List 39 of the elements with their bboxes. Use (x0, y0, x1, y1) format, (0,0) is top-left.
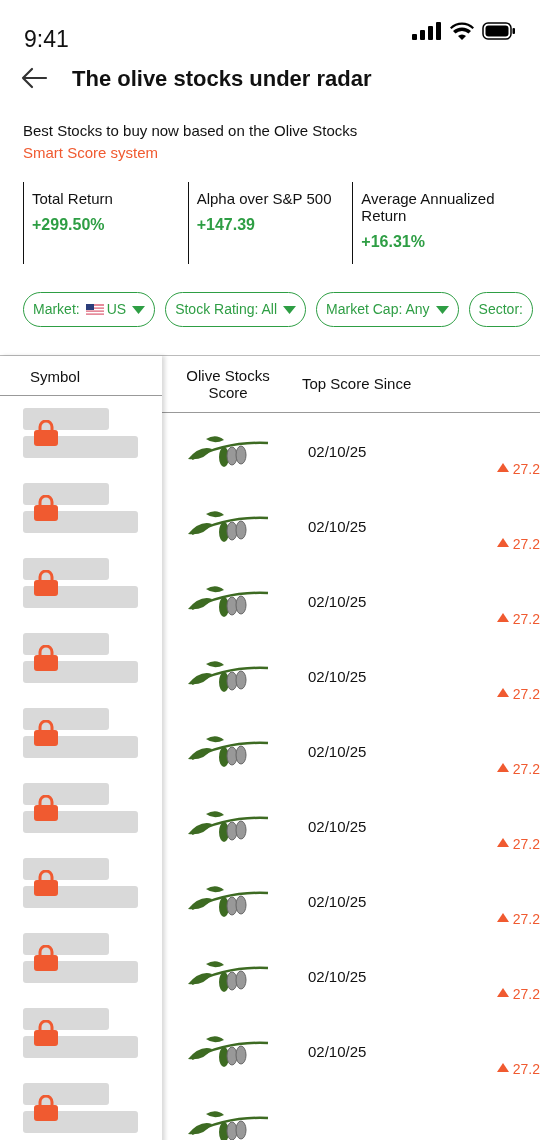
filter-chip[interactable]: Market Cap: Any (316, 292, 459, 327)
back-arrow-icon[interactable] (20, 67, 48, 89)
column-header: Olive Stocks Score (185, 367, 271, 401)
wifi-icon (450, 22, 474, 40)
date-text: 02/10/25 (308, 668, 367, 685)
stat-value: +16.31% (361, 232, 426, 252)
change-value: 27.2 (512, 685, 540, 704)
stat-label: Average Annualized Return (361, 190, 496, 224)
stat-value: +299.50% (32, 215, 106, 235)
date-text: 02/10/25 (308, 443, 367, 460)
status-time: 9:41 (24, 25, 69, 54)
change-value: 27.2 (512, 760, 540, 779)
smart-score-link[interactable]: Smart Score system (23, 144, 159, 161)
description: Best Stocks to buy now based on the Olive Stocks Smart Score system (22, 121, 359, 163)
filter-chip[interactable]: Market: US (23, 292, 156, 327)
stat-label: Total Return (32, 190, 114, 207)
date-text: 02/10/25 (308, 743, 367, 760)
change-value: 27.2 (512, 535, 540, 554)
date-text: 02/10/25 (308, 968, 367, 985)
stat-value: +147.39 (196, 215, 256, 235)
change-value: 27.2 (512, 610, 540, 629)
signal-icon (412, 22, 442, 40)
change-value: 27.2 (512, 985, 540, 1004)
column-header: Top Score Since (302, 373, 412, 394)
page-title: The olive stocks under radar (72, 64, 372, 93)
battery-icon (482, 22, 516, 40)
change-value: 27.2 (512, 460, 540, 479)
date-text: 02/10/25 (308, 893, 367, 910)
date-text: 02/10/25 (308, 818, 367, 835)
filter-chip[interactable]: Sector: (468, 292, 533, 327)
change-value: 27.2 (512, 835, 540, 854)
date-text: 02/10/25 (308, 1043, 367, 1060)
stat-label: Alpha over S&P 500 (196, 190, 333, 207)
date-text: 02/10/25 (308, 593, 367, 610)
change-value: 27.2 (512, 910, 540, 929)
date-text: 02/10/25 (308, 518, 367, 535)
filter-chip[interactable]: Stock Rating: All (165, 292, 307, 327)
change-value: 27.2 (512, 1060, 540, 1079)
column-header: Symbol (30, 368, 81, 385)
